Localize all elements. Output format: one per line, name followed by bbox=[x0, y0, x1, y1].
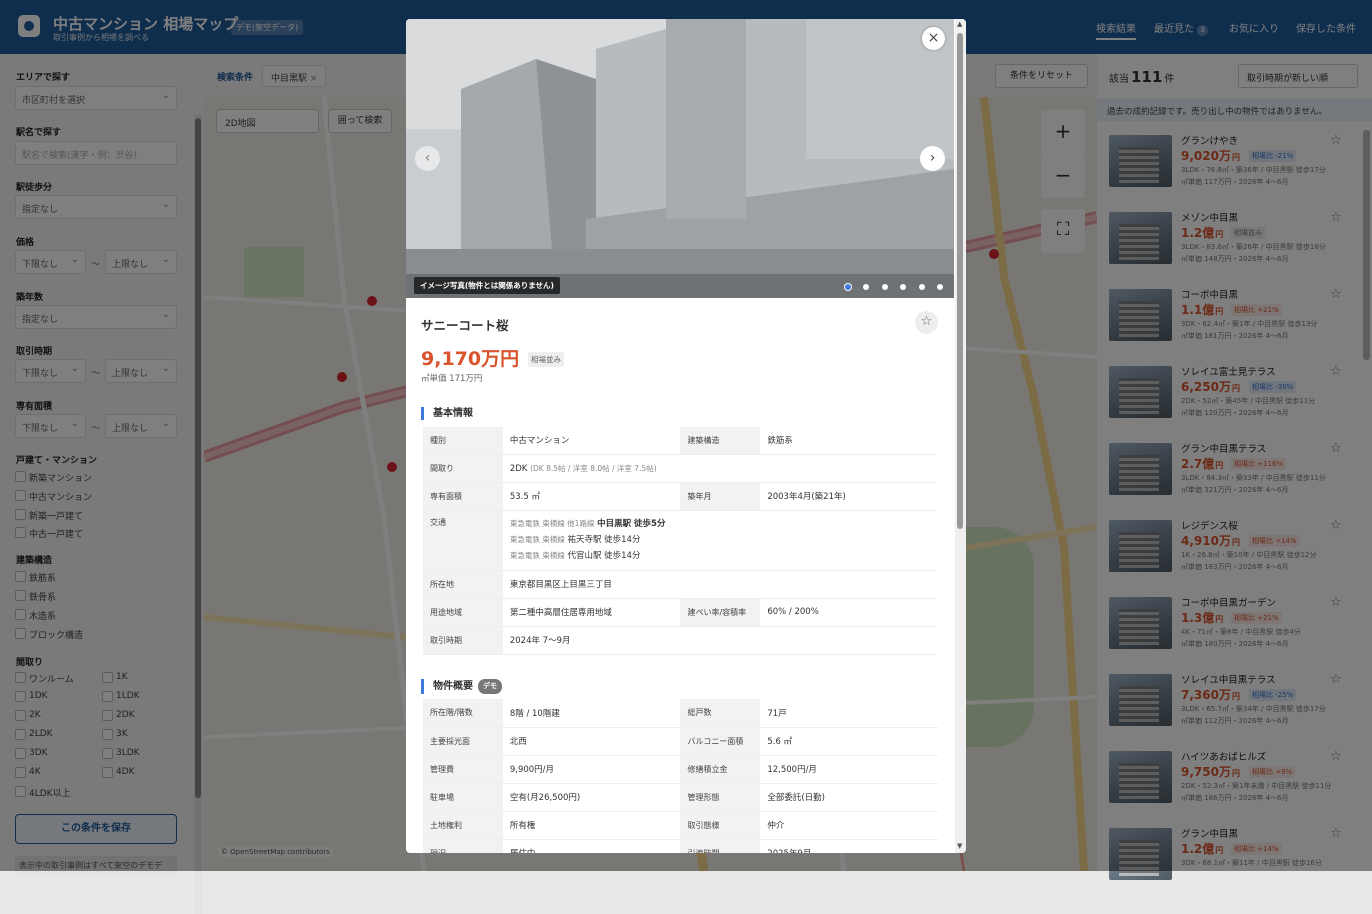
info-value: 鉄筋系 bbox=[760, 427, 938, 455]
info-key: 用途地域 bbox=[423, 598, 503, 627]
photo-dot[interactable] bbox=[937, 284, 943, 290]
demo-pill: デモ bbox=[478, 679, 502, 694]
info-value: 第二種中高層住居専用地域 bbox=[502, 598, 681, 627]
info-value: 8階 / 10階建 bbox=[502, 699, 681, 728]
photo-dot[interactable] bbox=[882, 284, 888, 290]
info-key: 専有面積 bbox=[423, 482, 503, 511]
info-key: 管理費 bbox=[423, 755, 503, 784]
scroll-down-icon[interactable]: ▼ bbox=[957, 842, 962, 850]
info-key: 所在階/階数 bbox=[423, 699, 503, 728]
basic-info-table: 種別 中古マンション 建築構造 鉄筋系 間取り 2DK (DK 8.5帖 / 洋… bbox=[423, 427, 938, 655]
property-detail-modal: イメージ写真(物件とは関係ありません) ‹ › × サニーコート桜 ☆ 9,17… bbox=[406, 19, 966, 853]
info-key: 駐車場 bbox=[423, 783, 503, 812]
info-value: 53.5 ㎡ bbox=[502, 482, 681, 511]
modal-scroll-thumb[interactable] bbox=[957, 33, 963, 529]
info-key: 間取り bbox=[423, 454, 503, 483]
info-value: 東京都目黒区上目黒三丁目 bbox=[502, 570, 938, 599]
info-key: 修繕積立金 bbox=[680, 755, 761, 784]
photo-prev-button[interactable]: ‹ bbox=[415, 146, 440, 171]
photo-next-button[interactable]: › bbox=[920, 146, 945, 171]
info-value: 所有権 bbox=[502, 811, 681, 840]
info-key: 建ぺい率/容積率 bbox=[680, 598, 761, 627]
photo-dot[interactable] bbox=[845, 284, 851, 290]
info-value: 中古マンション bbox=[502, 427, 681, 455]
info-key: 交通 bbox=[423, 510, 503, 571]
info-value: 2025年9月 bbox=[760, 839, 938, 853]
photo-dot[interactable] bbox=[863, 284, 869, 290]
property-name: サニーコート桜 bbox=[421, 318, 509, 333]
info-key: 取引時期 bbox=[423, 626, 503, 655]
info-value: 2024年 7〜9月 bbox=[502, 626, 938, 655]
info-key: 所在地 bbox=[423, 570, 503, 599]
overview-heading: 物件概要 デモ bbox=[421, 679, 502, 694]
info-value: 5.6 ㎡ bbox=[760, 727, 938, 756]
info-key: 種別 bbox=[423, 427, 503, 455]
info-value: 空有(月26,500円) bbox=[502, 783, 681, 812]
building-image bbox=[406, 19, 954, 298]
favorite-star-icon[interactable]: ☆ bbox=[915, 311, 938, 334]
info-value: 北西 bbox=[502, 727, 681, 756]
info-key: 土地権利 bbox=[423, 811, 503, 840]
scroll-up-icon[interactable]: ▲ bbox=[957, 20, 962, 28]
info-key: 主要採光面 bbox=[423, 727, 503, 756]
info-key: 取引態様 bbox=[680, 811, 761, 840]
info-key: 建築構造 bbox=[680, 427, 761, 455]
info-value: 12,500円/月 bbox=[760, 755, 938, 784]
info-key: 引渡時期 bbox=[680, 839, 761, 853]
info-key: 管理形態 bbox=[680, 783, 761, 812]
info-value: 2003年4月(築21年) bbox=[760, 482, 938, 511]
info-key: 現況 bbox=[423, 839, 503, 853]
info-key: 築年月 bbox=[680, 482, 761, 511]
info-value: 全部委託(日勤) bbox=[760, 783, 938, 812]
price-comparison-badge: 相場並み bbox=[528, 352, 564, 367]
photo-caption: イメージ写真(物件とは関係ありません) bbox=[414, 277, 560, 294]
info-key: バルコニー面積 bbox=[680, 727, 761, 756]
modal-close-button[interactable]: × bbox=[922, 27, 945, 50]
info-value: 71戸 bbox=[760, 699, 938, 728]
overview-table: 所在階/階数 8階 / 10階建 総戸数 71戸主要採光面 北西 バルコニー面積 5.6 ㎡… bbox=[423, 699, 938, 853]
photo-dot[interactable] bbox=[900, 284, 906, 290]
info-value: 2DK (DK 8.5帖 / 洋室 8.0帖 / 洋室 7.5帖) bbox=[502, 454, 938, 483]
photo-dot[interactable] bbox=[919, 284, 925, 290]
info-key: 総戸数 bbox=[680, 699, 761, 728]
property-price: 9,170万円 bbox=[421, 348, 520, 370]
property-photo: イメージ写真(物件とは関係ありません) ‹ › bbox=[406, 19, 954, 298]
info-value: 60% / 200% bbox=[760, 598, 938, 627]
unit-price: ㎡単価 171万円 bbox=[421, 374, 483, 384]
info-value: 仲介 bbox=[760, 811, 938, 840]
info-value: 居住中 bbox=[502, 839, 681, 853]
modal-scrollbar[interactable]: ▲ ▼ bbox=[955, 19, 966, 853]
basic-info-heading: 基本情報 bbox=[421, 407, 473, 420]
transit-list: 東急電鉄 東横線 他1路線 中目黒駅 徒歩5分 東急電鉄 東横線 祐天寺駅 徒歩… bbox=[502, 510, 938, 571]
info-value: 9,900円/月 bbox=[502, 755, 681, 784]
